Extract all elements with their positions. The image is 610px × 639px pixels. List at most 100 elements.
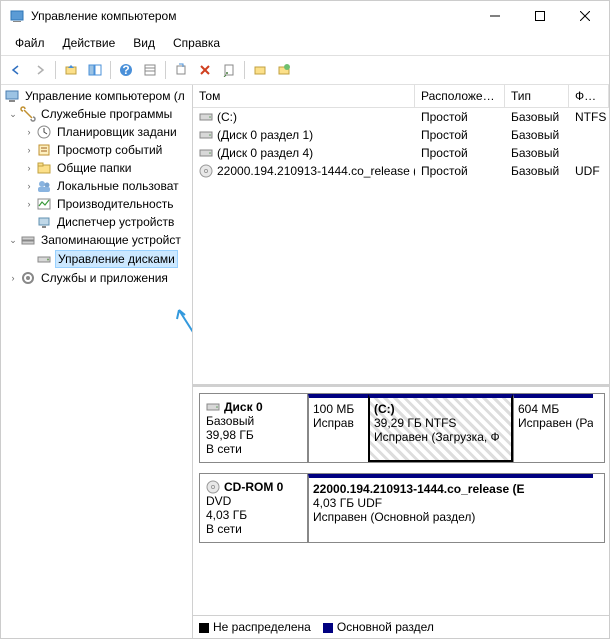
collapse-icon[interactable]: ⌄ [7,232,19,248]
disk-info: CD-ROM 0 DVD 4,03 ГБ В сети [200,474,308,542]
tree-services[interactable]: › Службы и приложения [1,269,192,287]
partition[interactable]: 100 МБИсправ [308,394,368,462]
clock-icon [36,124,52,140]
volume-layout: Простой [415,145,505,161]
app-icon [9,8,25,24]
tree-devmgr[interactable]: Диспетчер устройств [1,213,192,231]
partition-status: Исправен (Основной раздел) [313,510,475,524]
partition[interactable]: 604 МБИсправен (Ра [513,394,593,462]
volume-type: Базовый [505,109,569,125]
legend: Не распределена Основной раздел [193,615,609,638]
cd-icon [199,165,213,177]
tools-icon [20,106,36,122]
collapse-icon[interactable]: ⌄ [7,106,19,122]
col-volume[interactable]: Том [193,85,415,107]
volume-header: Том Расположение Тип Файло [193,85,609,108]
partition[interactable]: 22000.194.210913-1444.co_release (E4,03 … [308,474,593,542]
partition[interactable]: (C:)39,29 ГБ NTFSИсправен (Загрузка, Ф [368,394,513,462]
volume-name: (Диск 0 раздел 4) [217,146,313,160]
col-type[interactable]: Тип [505,85,569,107]
volume-fs [569,127,609,143]
disk-graphical-view[interactable]: Диск 0 Базовый 39,98 ГБ В сети100 МБИспр… [193,385,609,615]
partition-status: Исправен (Ра [518,416,593,430]
expand-icon[interactable]: › [23,124,35,140]
close-button[interactable] [562,2,607,30]
views-button[interactable] [139,59,161,81]
tree-scheduler[interactable]: › Планировщик задани [1,123,192,141]
col-fs[interactable]: Файло [569,85,609,107]
menu-view[interactable]: Вид [125,33,163,53]
expand-icon[interactable]: › [23,196,35,212]
toolbar: ? [1,55,609,85]
refresh-button[interactable] [170,59,192,81]
tree-perf[interactable]: › Производительность [1,195,192,213]
back-button[interactable] [5,59,27,81]
users-icon [36,178,52,194]
tree-users[interactable]: › Локальные пользоват [1,177,192,195]
expand-icon[interactable]: › [23,178,35,194]
help-button[interactable]: ? [115,59,137,81]
events-icon [36,142,52,158]
menu-help[interactable]: Справка [165,33,228,53]
volume-row[interactable]: (Диск 0 раздел 1) Простой Базовый [193,126,609,144]
perf-icon [36,196,52,212]
partition-status: Исправен (Загрузка, Ф [374,430,500,444]
tree-root[interactable]: Управление компьютером (л [1,87,192,105]
show-hide-tree-button[interactable] [84,59,106,81]
drive-icon [199,111,213,123]
tree-diskmgmt[interactable]: Управление дисками [1,249,192,269]
volume-name: 22000.194.210913-1444.co_release (E:) [217,164,415,178]
properties-button[interactable] [218,59,240,81]
tree-systools[interactable]: ⌄ Служебные программы [1,105,192,123]
maximize-button[interactable] [517,2,562,30]
expand-icon[interactable]: › [23,160,35,176]
col-layout[interactable]: Расположение [415,85,505,107]
partition-status: Исправ [313,416,354,430]
legend-unalloc-swatch [199,623,209,633]
legend-unalloc: Не распределена [213,620,311,634]
volume-fs: NTFS [569,109,609,125]
volume-row[interactable]: (Диск 0 раздел 4) Простой Базовый [193,144,609,162]
disk-size: 39,98 ГБ [206,428,301,442]
volume-row[interactable]: (C:) Простой Базовый NTFS [193,108,609,126]
forward-button[interactable] [29,59,51,81]
folder-icon [36,160,52,176]
disk-type: DVD [206,494,301,508]
device-icon [36,214,52,230]
action1-button[interactable] [249,59,271,81]
tree-pane[interactable]: Управление компьютером (л ⌄ Служебные пр… [1,85,193,638]
volume-type: Базовый [505,145,569,161]
disk-row[interactable]: CD-ROM 0 DVD 4,03 ГБ В сети22000.194.210… [199,473,605,543]
volume-fs [569,145,609,161]
window-title: Управление компьютером [31,9,472,23]
volume-fs: UDF [569,163,609,179]
volume-list[interactable]: Том Расположение Тип Файло (C:) Простой … [193,85,609,385]
delete-button[interactable] [194,59,216,81]
expand-icon[interactable]: › [7,270,19,286]
partition-label: (C:) [374,402,507,416]
right-pane: Том Расположение Тип Файло (C:) Простой … [193,85,609,638]
menu-bar: Файл Действие Вид Справка [1,31,609,55]
storage-icon [20,232,36,248]
drive-icon [199,147,213,159]
up-button[interactable] [60,59,82,81]
expand-icon[interactable]: › [23,142,35,158]
partition-size: 4,03 ГБ UDF [313,496,382,510]
menu-file[interactable]: Файл [7,33,53,53]
tree-folders[interactable]: › Общие папки [1,159,192,177]
volume-name: (C:) [217,110,237,124]
volume-row[interactable]: 22000.194.210913-1444.co_release (E:) Пр… [193,162,609,180]
volume-type: Базовый [505,163,569,179]
drive-icon [199,129,213,141]
menu-action[interactable]: Действие [55,33,124,53]
volume-layout: Простой [415,109,505,125]
disk-row[interactable]: Диск 0 Базовый 39,98 ГБ В сети100 МБИспр… [199,393,605,463]
action2-button[interactable] [273,59,295,81]
svg-text:?: ? [122,63,129,77]
partition-size: 39,29 ГБ NTFS [374,416,456,430]
tree-storage[interactable]: ⌄ Запоминающие устройст [1,231,192,249]
partition-size: 604 МБ [518,402,559,416]
disk-status: В сети [206,442,301,456]
minimize-button[interactable] [472,2,517,30]
tree-events[interactable]: › Просмотр событий [1,141,192,159]
